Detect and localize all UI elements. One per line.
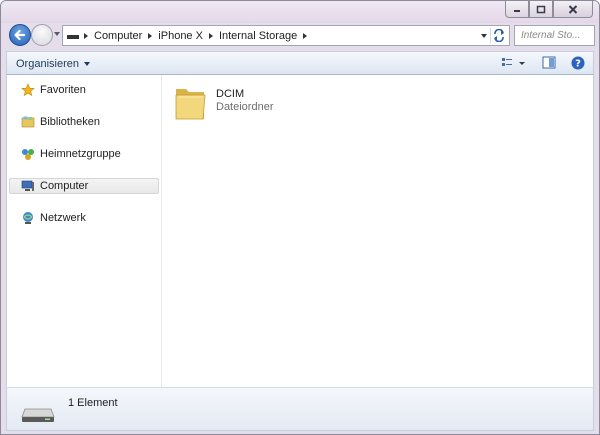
sidebar-item-label: Heimnetzgruppe: [40, 148, 121, 160]
breadcrumb-internal-storage[interactable]: Internal Storage: [219, 26, 297, 45]
explorer-window: Computer iPhone X Internal Storage Inter…: [0, 0, 600, 435]
computer-icon: [21, 179, 35, 193]
item-count: 1 Element: [68, 397, 118, 409]
content-area: Favoriten Bibliotheken Heimnetzgruppe Co…: [6, 75, 594, 387]
refresh-icon: [494, 29, 504, 42]
libraries-icon: [21, 115, 35, 129]
refresh-button[interactable]: [490, 28, 507, 43]
caption-buttons: [505, 1, 593, 18]
drive-icon: [21, 408, 55, 422]
address-dropdown[interactable]: [481, 34, 487, 38]
navigation-row: Computer iPhone X Internal Storage Inter…: [1, 23, 599, 49]
address-bar[interactable]: Computer iPhone X Internal Storage: [62, 25, 510, 46]
navigation-pane: Favoriten Bibliotheken Heimnetzgruppe Co…: [7, 75, 162, 387]
breadcrumb-computer[interactable]: Computer: [94, 26, 142, 45]
network-icon: [21, 211, 35, 225]
breadcrumb-iphone[interactable]: iPhone X: [158, 26, 203, 45]
arrow-left-icon: [14, 29, 26, 41]
preview-pane-button[interactable]: [542, 56, 556, 73]
forward-button[interactable]: [31, 24, 53, 46]
sidebar-item-netzwerk[interactable]: Netzwerk: [9, 210, 159, 226]
close-button[interactable]: [553, 1, 593, 18]
breadcrumb-separator[interactable]: [208, 32, 213, 39]
title-bar: [1, 1, 599, 23]
recent-pages-dropdown[interactable]: [54, 32, 60, 36]
help-icon: ?: [571, 56, 585, 70]
sidebar-item-label: Netzwerk: [40, 212, 86, 224]
close-icon: [568, 4, 578, 14]
svg-text:?: ?: [575, 59, 581, 70]
file-list: DCIM Dateiordner: [162, 75, 593, 387]
minimize-button[interactable]: [505, 1, 529, 18]
file-type: Dateiordner: [216, 101, 274, 113]
view-options-button[interactable]: [501, 56, 527, 73]
sidebar-item-heimnetzgruppe[interactable]: Heimnetzgruppe: [9, 146, 159, 162]
command-bar: Organisieren ?: [6, 51, 594, 75]
help-button[interactable]: ?: [571, 56, 585, 73]
sidebar-item-label: Favoriten: [40, 84, 86, 96]
sidebar-item-label: Bibliotheken: [40, 116, 100, 128]
view-list-icon: [502, 58, 525, 66]
file-name: DCIM: [216, 88, 245, 100]
star-icon: [21, 83, 35, 97]
search-placeholder: Internal Sto...: [521, 30, 581, 41]
breadcrumb-separator[interactable]: [303, 32, 308, 39]
homegroup-icon: [21, 147, 35, 161]
back-button[interactable]: [9, 24, 31, 46]
search-input[interactable]: Internal Sto...: [514, 25, 595, 46]
sidebar-item-computer[interactable]: Computer: [9, 178, 159, 194]
minimize-icon: [514, 10, 520, 12]
list-item[interactable]: DCIM Dateiordner: [174, 83, 294, 123]
preview-pane-icon: [542, 56, 556, 69]
organize-button[interactable]: Organisieren: [16, 58, 90, 70]
breadcrumb-separator[interactable]: [84, 32, 88, 39]
maximize-button[interactable]: [529, 1, 553, 18]
breadcrumb-separator[interactable]: [148, 32, 153, 39]
device-icon: [67, 34, 79, 39]
folder-icon: [175, 89, 206, 120]
sidebar-item-favoriten[interactable]: Favoriten: [9, 82, 159, 98]
maximize-icon: [536, 5, 546, 13]
sidebar-item-label: Computer: [40, 180, 89, 192]
sidebar-item-bibliotheken[interactable]: Bibliotheken: [9, 114, 159, 130]
organize-label: Organisieren: [16, 58, 79, 70]
chevron-down-icon: [83, 62, 90, 67]
details-pane: 1 Element: [6, 387, 594, 431]
